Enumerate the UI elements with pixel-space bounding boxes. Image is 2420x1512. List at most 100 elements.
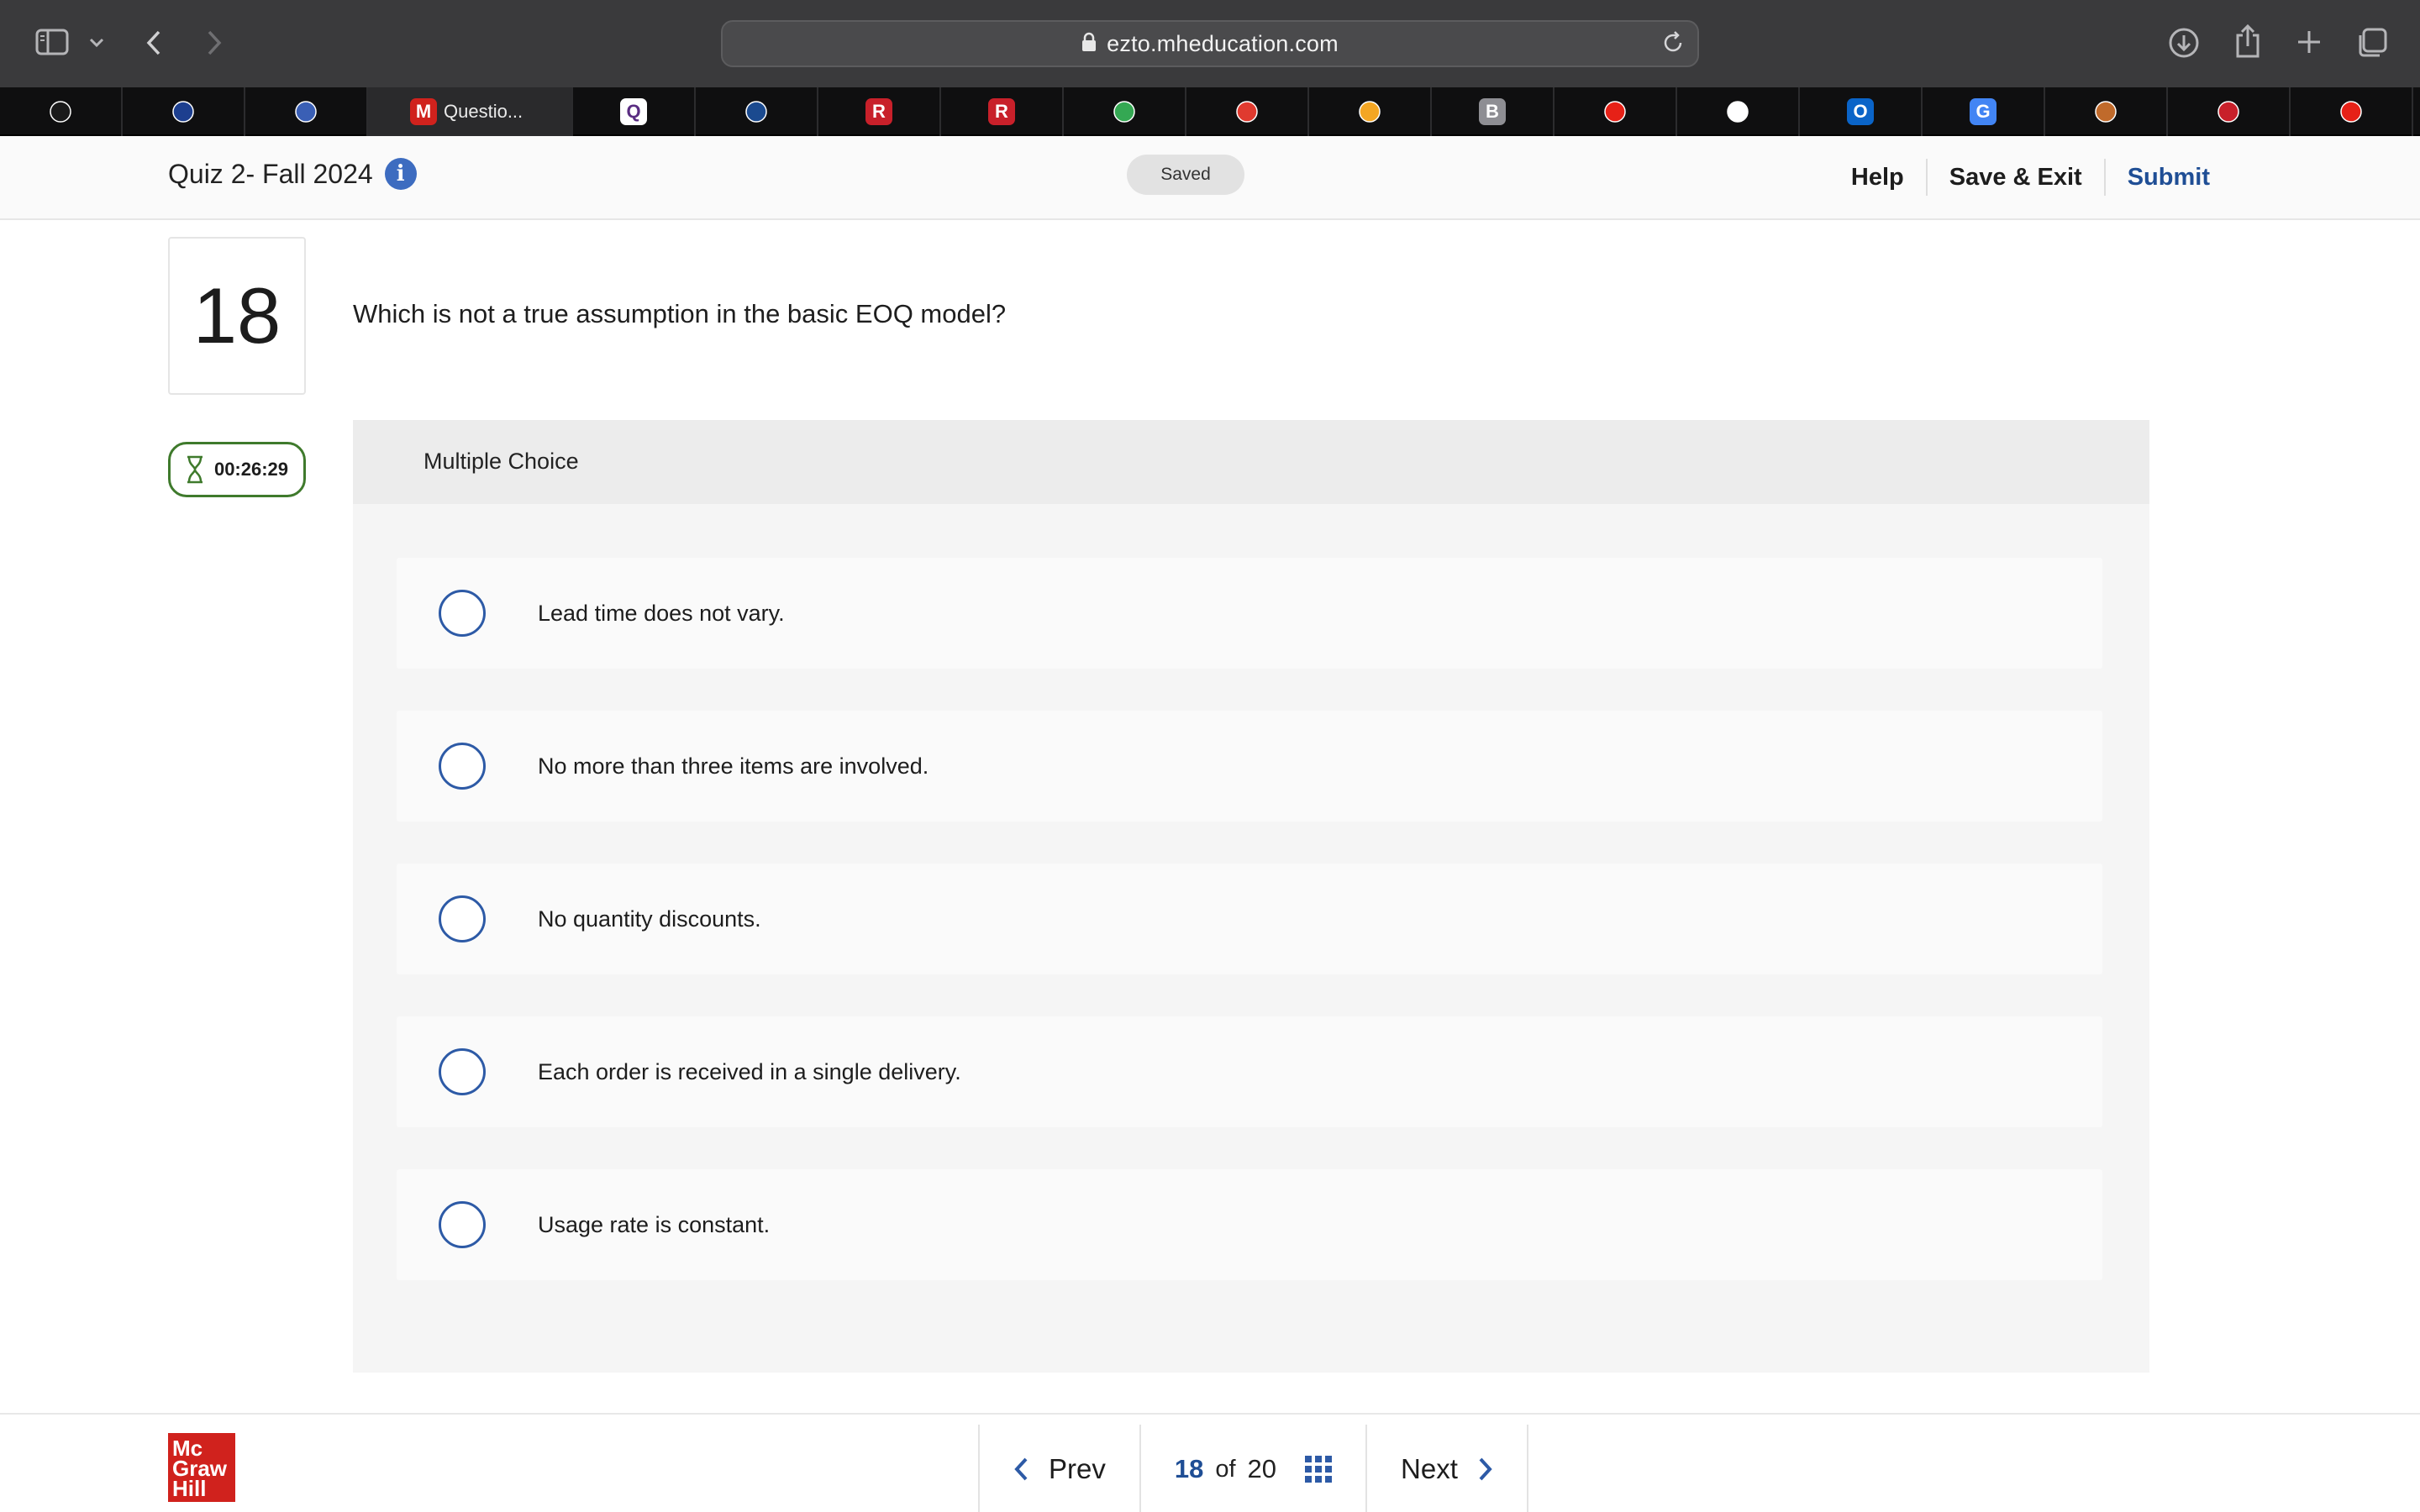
- youtube-icon: [2338, 98, 2365, 125]
- clock-circle-icon: [1724, 98, 1751, 125]
- tab-overview-icon[interactable]: [2354, 25, 2390, 60]
- total-questions: 20: [1247, 1454, 1277, 1483]
- next-label: Next: [1401, 1453, 1458, 1484]
- hourglass-icon: [187, 455, 203, 484]
- browser-tab[interactable]: [2168, 87, 2291, 136]
- info-icon[interactable]: i: [384, 158, 417, 190]
- radio-button[interactable]: [439, 895, 486, 942]
- answer-option-text: No quantity discounts.: [538, 906, 761, 932]
- help-link[interactable]: Help: [1829, 159, 1926, 196]
- star-badge-icon: [170, 98, 197, 125]
- answer-panel: Multiple Choice Lead time does not vary.…: [353, 420, 2149, 1373]
- submit-link[interactable]: Submit: [2103, 159, 2232, 196]
- sidebar-toggle-icon[interactable]: [34, 25, 71, 59]
- answer-option[interactable]: Each order is received in a single deliv…: [397, 1016, 2102, 1127]
- question-pager: Prev 18 of 20 Next: [978, 1425, 1528, 1512]
- reload-icon[interactable]: [1660, 30, 1686, 60]
- shield-crest-icon: [292, 98, 319, 125]
- browser-tab[interactable]: B: [1432, 87, 1555, 136]
- r-logo-icon: R: [988, 98, 1015, 125]
- b-letter-icon: B: [1479, 98, 1506, 125]
- browser-tab[interactable]: [1186, 87, 1309, 136]
- radio-button[interactable]: [439, 743, 486, 790]
- browser-tab[interactable]: O: [1800, 87, 1923, 136]
- prev-label: Prev: [1049, 1453, 1106, 1484]
- browser-tab[interactable]: [2291, 87, 2413, 136]
- question-type-label: Multiple Choice: [424, 449, 579, 474]
- quiz-footer: Mc Graw Hill Prev 18 of 20 Next: [0, 1413, 2420, 1512]
- question-number: 18: [168, 237, 306, 395]
- timer-text: 00:26:29: [213, 459, 289, 480]
- quiz-title-text: Quiz 2- Fall 2024: [168, 158, 373, 189]
- timer-badge: 00:26:29: [168, 442, 306, 497]
- browser-tab[interactable]: [1064, 87, 1186, 136]
- saved-status-badge: Saved: [1127, 155, 1244, 195]
- question-text: Which is not a true assumption in the ba…: [353, 299, 1007, 328]
- browser-tab[interactable]: R: [818, 87, 941, 136]
- question-type-header: Multiple Choice: [353, 420, 2149, 504]
- answer-option-text: Lead time does not vary.: [538, 601, 785, 626]
- google-icon: G: [1970, 98, 1996, 125]
- question-counter[interactable]: 18 of 20: [1139, 1425, 1365, 1512]
- downloads-icon[interactable]: [2166, 25, 2202, 60]
- answer-option-text: No more than three items are involved.: [538, 753, 929, 779]
- browser-tab[interactable]: [0, 87, 123, 136]
- browser-tab[interactable]: [1555, 87, 1677, 136]
- outlook-icon: O: [1847, 98, 1874, 125]
- mcgraw-hill-logo: Mc Graw Hill: [168, 1433, 235, 1502]
- counter-of-label: of: [1215, 1455, 1236, 1483]
- tab-title: Questio...: [444, 101, 523, 122]
- browser-tab[interactable]: R: [941, 87, 1064, 136]
- quiz-header: Quiz 2- Fall 2024 i Saved Help Save & Ex…: [0, 136, 2420, 220]
- browser-tab[interactable]: [1309, 87, 1432, 136]
- mascot-icon: [2092, 98, 2119, 125]
- location-pin-icon: [1356, 98, 1383, 125]
- answer-option[interactable]: Usage rate is constant.: [397, 1169, 2102, 1280]
- browser-tab[interactable]: Q: [573, 87, 696, 136]
- browser-tab[interactable]: [123, 87, 245, 136]
- q-crown-icon: Q: [620, 98, 647, 125]
- browser-toolbar: ezto.mheducation.com: [0, 0, 2420, 87]
- mail-icon: [743, 98, 770, 125]
- back-icon[interactable]: [139, 27, 168, 59]
- next-button[interactable]: Next: [1365, 1425, 1528, 1512]
- chevron-right-icon: [1479, 1457, 1492, 1481]
- url-text: ezto.mheducation.com: [1107, 30, 1339, 56]
- chevron-left-icon: [1014, 1457, 1028, 1481]
- browser-tab[interactable]: [245, 87, 368, 136]
- radio-button[interactable]: [439, 1048, 486, 1095]
- gift-icon: [2215, 98, 2242, 125]
- answer-option[interactable]: No more than three items are involved.: [397, 711, 2102, 822]
- browser-tab[interactable]: G: [1923, 87, 2045, 136]
- logo-line: Hill: [172, 1476, 207, 1501]
- lock-icon: [1081, 32, 1097, 56]
- r-logo-icon: R: [865, 98, 892, 125]
- address-bar[interactable]: ezto.mheducation.com: [721, 20, 1699, 67]
- tab-active[interactable]: M Questio...: [368, 87, 573, 136]
- pill-icon: [1234, 98, 1260, 125]
- save-exit-link[interactable]: Save & Exit: [1925, 159, 2104, 196]
- mcgraw-m-icon: M: [410, 98, 437, 125]
- prev-button[interactable]: Prev: [978, 1425, 1139, 1512]
- quiz-title: Quiz 2- Fall 2024 i: [168, 158, 417, 190]
- browser-tab[interactable]: [1677, 87, 1800, 136]
- answer-option[interactable]: Lead time does not vary.: [397, 558, 2102, 669]
- chevron-down-icon[interactable]: [86, 32, 108, 54]
- answer-option[interactable]: No quantity discounts.: [397, 864, 2102, 974]
- tab-bar: M Questio... Q R R B O G: [0, 87, 2420, 136]
- answer-option-text: Each order is received in a single deliv…: [538, 1059, 961, 1084]
- radio-button[interactable]: [439, 590, 486, 637]
- radio-button[interactable]: [439, 1201, 486, 1248]
- youtube-icon: [1602, 98, 1628, 125]
- answer-option-text: Usage rate is constant.: [538, 1212, 771, 1237]
- share-icon[interactable]: [2230, 22, 2265, 60]
- forward-icon[interactable]: [200, 27, 229, 59]
- header-actions: Help Save & Exit Submit: [1829, 156, 2232, 198]
- new-tab-icon[interactable]: [2292, 25, 2326, 59]
- browser-tab[interactable]: [2045, 87, 2168, 136]
- chatgpt-icon: [47, 98, 74, 125]
- maps-pin-icon: [1111, 98, 1138, 125]
- current-question-number: 18: [1174, 1454, 1204, 1483]
- browser-tab[interactable]: [696, 87, 818, 136]
- grid-icon[interactable]: [1305, 1456, 1333, 1483]
